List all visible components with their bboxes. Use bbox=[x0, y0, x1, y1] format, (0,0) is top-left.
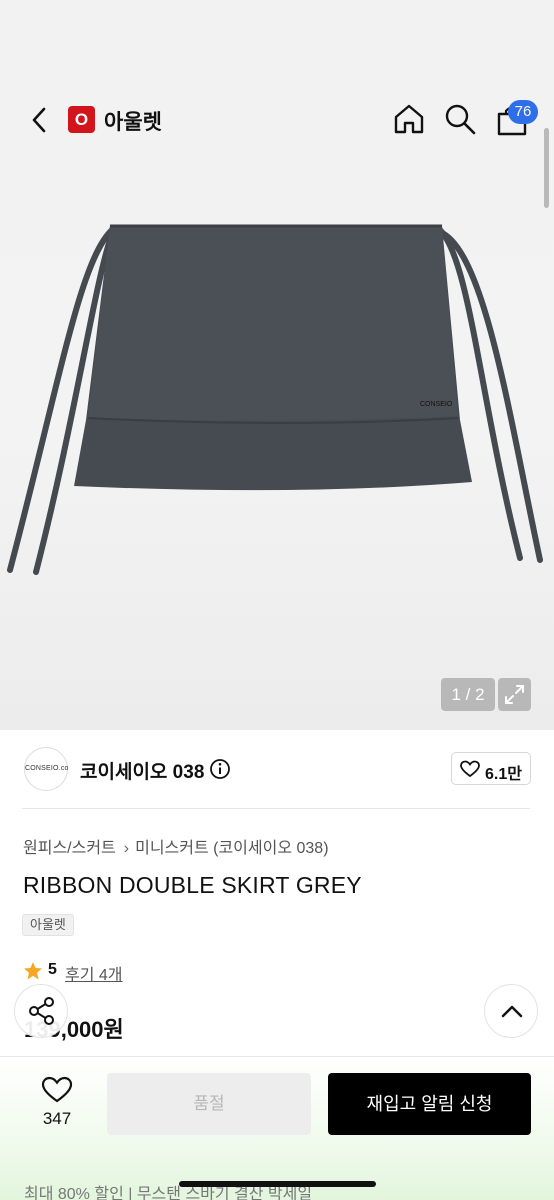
brand-logo-badge[interactable]: O bbox=[68, 106, 95, 133]
breadcrumb-item-subcategory[interactable]: 미니스커트 (코이세이오 038) bbox=[135, 840, 328, 857]
breadcrumb-item-category[interactable]: 원피스/스커트 bbox=[23, 840, 116, 857]
home-icon bbox=[394, 104, 424, 134]
brand-name[interactable]: 아울렛 bbox=[104, 106, 162, 136]
image-counter: 1 / 2 bbox=[441, 678, 495, 711]
chevron-right-icon: › bbox=[123, 840, 130, 857]
search-button[interactable] bbox=[443, 102, 477, 136]
divider bbox=[22, 808, 530, 809]
share-icon bbox=[29, 997, 54, 1025]
product-image: CONSEIO bbox=[7, 224, 543, 575]
back-arrow-icon bbox=[32, 107, 46, 133]
home-indicator bbox=[179, 1181, 376, 1187]
breadcrumb: 원피스/스커트 › 미니스커트 (코이세이오 038) bbox=[23, 834, 329, 858]
seller-like-count: 6.1만 bbox=[485, 766, 522, 783]
seller-logo[interactable]: CONSEIO.co bbox=[24, 747, 68, 791]
back-button[interactable] bbox=[24, 104, 56, 136]
heart-icon bbox=[41, 1076, 73, 1103]
cart-count-badge: 76 bbox=[508, 100, 538, 124]
seller-like-button[interactable]: 6.1만 bbox=[451, 752, 531, 785]
product-logo-text: CONSEIO bbox=[420, 401, 453, 408]
star-icon bbox=[24, 962, 42, 980]
chevron-up-icon bbox=[501, 1005, 523, 1018]
soldout-button[interactable]: 품절 bbox=[107, 1073, 311, 1135]
scroll-to-top-button[interactable] bbox=[484, 984, 538, 1038]
rating-value: 5 bbox=[48, 961, 57, 978]
outlet-tag: 아울렛 bbox=[22, 914, 74, 936]
share-button[interactable] bbox=[14, 984, 68, 1038]
product-title: RIBBON DOUBLE SKIRT GREY bbox=[23, 872, 362, 898]
scrollbar[interactable] bbox=[544, 128, 549, 208]
home-button[interactable] bbox=[392, 102, 426, 136]
search-icon bbox=[445, 104, 476, 135]
review-link[interactable]: 후기 4개 bbox=[65, 961, 123, 985]
seller-name[interactable]: 코이세이오 038 bbox=[80, 757, 204, 784]
fullscreen-button[interactable] bbox=[498, 678, 531, 711]
wishlist-count: 347 bbox=[42, 1109, 72, 1128]
heart-icon bbox=[460, 760, 480, 778]
restock-alert-button[interactable]: 재입고 알림 신청 bbox=[328, 1073, 531, 1135]
info-icon[interactable] bbox=[209, 758, 231, 780]
top-navigation-bar: O 아울렛 bbox=[0, 92, 554, 148]
expand-icon bbox=[505, 685, 524, 704]
